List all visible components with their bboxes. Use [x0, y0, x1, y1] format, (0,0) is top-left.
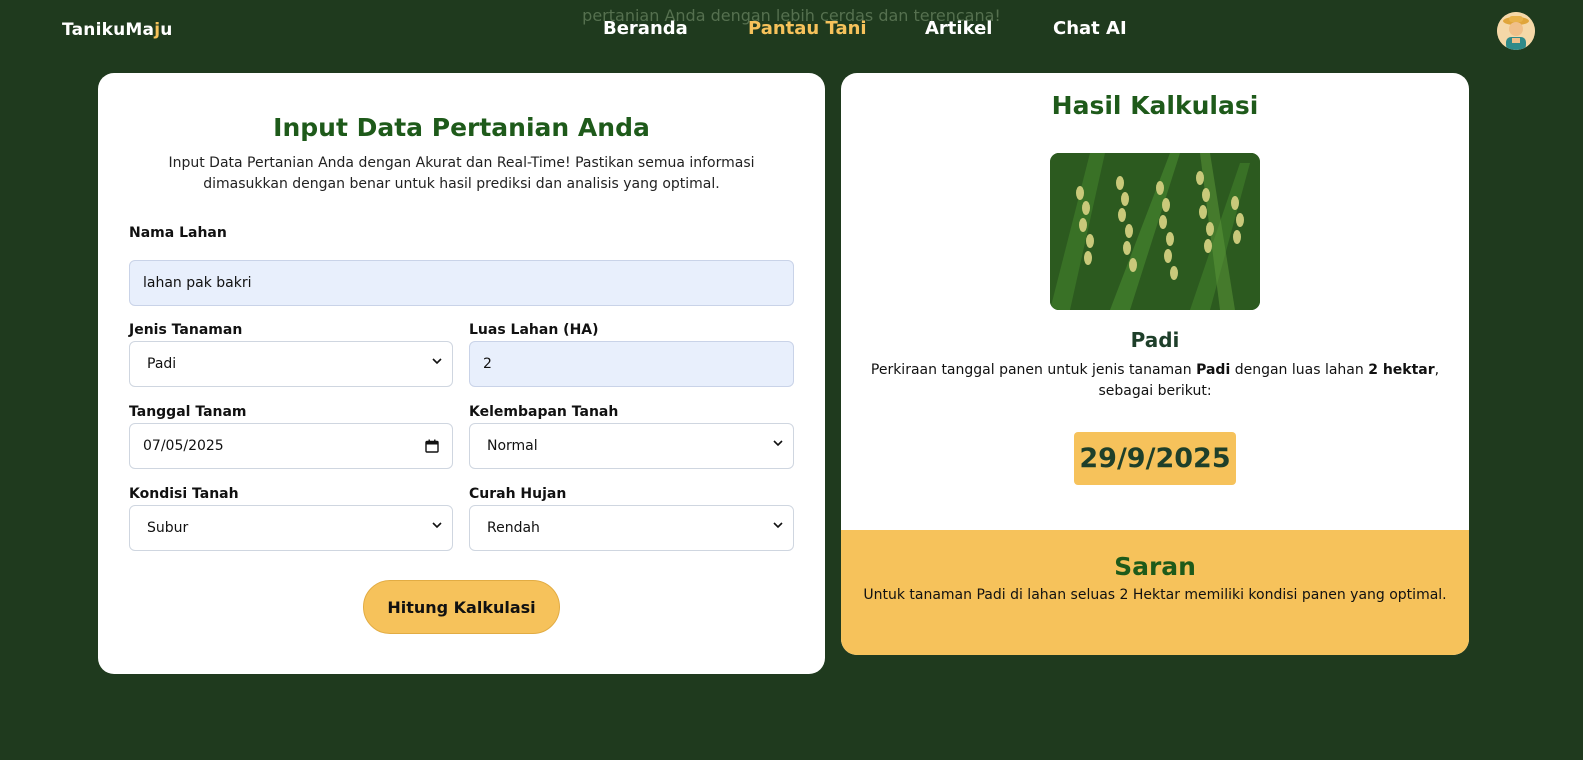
- rice-plant-image: [1050, 153, 1260, 310]
- saran-title: Saran: [1114, 552, 1196, 581]
- result-card: Hasil Kalkulasi Padi Perkiraan tanggal p…: [841, 73, 1469, 655]
- calendar-icon[interactable]: [425, 439, 439, 453]
- jenis-tanaman-label: Jenis Tanaman: [129, 322, 243, 338]
- harvest-estimate-text: Perkiraan tanggal panen untuk jenis tana…: [869, 360, 1441, 402]
- kelembapan-select[interactable]: Normal: [469, 423, 794, 469]
- chevron-down-icon: [432, 522, 442, 529]
- estimate-mid: dengan luas lahan: [1230, 362, 1369, 378]
- saran-text: Untuk tanaman Padi di lahan seluas 2 Hek…: [863, 587, 1447, 603]
- curah-hujan-select[interactable]: Rendah: [469, 505, 794, 551]
- kondisi-select[interactable]: Subur: [129, 505, 453, 551]
- harvest-date-badge: 29/9/2025: [1074, 432, 1236, 485]
- estimate-area: 2 hektar: [1368, 362, 1435, 378]
- brand-text: TanikuMa: [62, 20, 155, 40]
- rice-crop-image: [1050, 153, 1260, 310]
- jenis-tanaman-value: Padi: [147, 356, 177, 372]
- nav-item-chat-ai[interactable]: Chat AI: [1053, 18, 1127, 39]
- crop-name: Padi: [1130, 328, 1180, 352]
- kondisi-value: Subur: [147, 520, 189, 536]
- kelembapan-value: Normal: [487, 438, 538, 454]
- tanggal-tanam-value: 07/05/2025: [143, 438, 224, 454]
- farmer-avatar-icon: [1497, 12, 1535, 50]
- form-title: Input Data Pertanian Anda: [273, 113, 650, 142]
- input-form-card: Input Data Pertanian Anda Input Data Per…: [98, 73, 825, 674]
- chevron-down-icon: [773, 522, 783, 529]
- form-subtitle: Input Data Pertanian Anda dengan Akurat …: [168, 155, 755, 192]
- hitung-kalkulasi-button[interactable]: Hitung Kalkulasi: [363, 580, 560, 634]
- chevron-down-icon: [773, 440, 783, 447]
- luas-lahan-label: Luas Lahan (HA): [469, 322, 599, 338]
- nav-item-pantau-tani[interactable]: Pantau Tani: [748, 18, 867, 39]
- tanggal-tanam-label: Tanggal Tanam: [129, 404, 247, 420]
- nama-lahan-value: lahan pak bakri: [143, 275, 252, 291]
- kelembapan-label: Kelembapan Tanah: [469, 404, 619, 420]
- estimate-prefix: Perkiraan tanggal panen untuk jenis tana…: [870, 362, 1197, 378]
- curah-hujan-value: Rendah: [487, 520, 540, 536]
- nav-item-beranda[interactable]: Beranda: [603, 18, 688, 39]
- nav-item-artikel[interactable]: Artikel: [925, 18, 992, 39]
- chevron-down-icon: [432, 358, 442, 365]
- result-title: Hasil Kalkulasi: [1051, 91, 1259, 120]
- kondisi-label: Kondisi Tanah: [129, 486, 239, 502]
- jenis-tanaman-select[interactable]: Padi: [129, 341, 453, 387]
- luas-lahan-input[interactable]: 2: [469, 341, 794, 387]
- luas-lahan-value: 2: [483, 356, 492, 372]
- saran-panel: Saran Untuk tanaman Padi di lahan seluas…: [841, 530, 1469, 655]
- nama-lahan-label: Nama Lahan: [129, 225, 227, 241]
- tanggal-tanam-input[interactable]: 07/05/2025: [129, 423, 453, 469]
- user-avatar[interactable]: [1497, 12, 1535, 50]
- brand-logo[interactable]: TanikuMaju: [62, 20, 173, 40]
- brand-text-end: u: [160, 20, 173, 40]
- estimate-crop: Padi: [1196, 362, 1231, 378]
- nama-lahan-input[interactable]: lahan pak bakri: [129, 260, 794, 306]
- curah-hujan-label: Curah Hujan: [469, 486, 567, 502]
